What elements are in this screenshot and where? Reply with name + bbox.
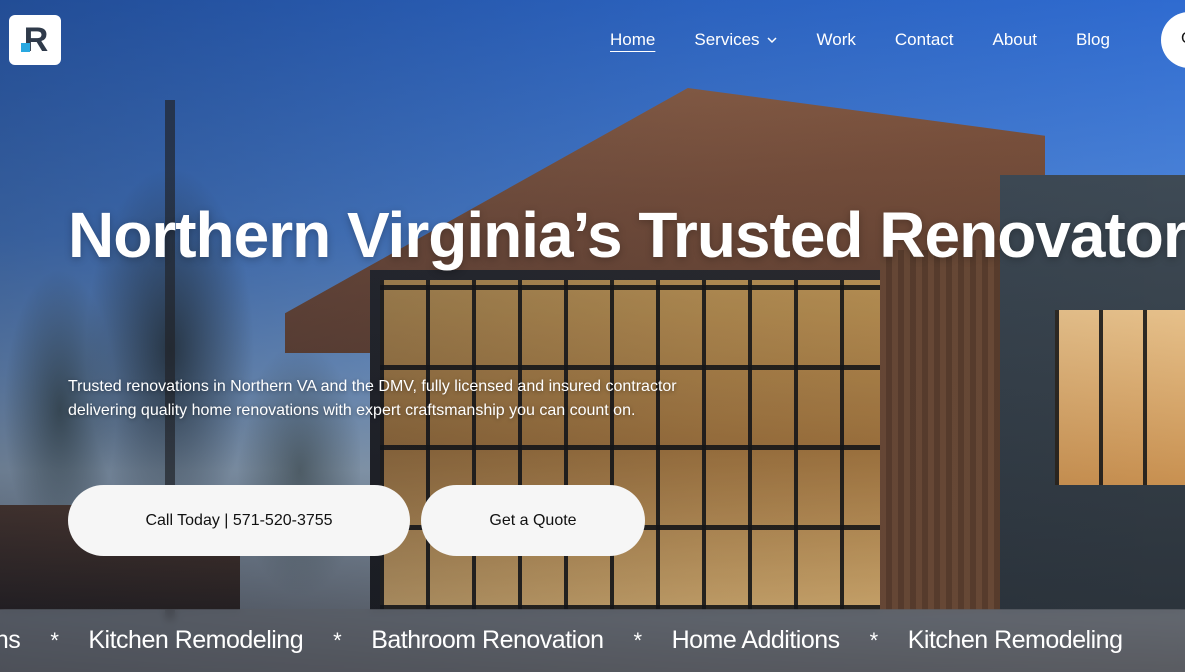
marquee-item: Kitchen Remodeling	[88, 626, 304, 654]
logo-accent-square	[21, 43, 30, 52]
marquee-item: tions	[0, 626, 21, 654]
logo-letter: R	[23, 20, 49, 59]
hero-background	[0, 0, 1185, 672]
services-marquee: tions * Kitchen Remodeling * Bathroom Re…	[0, 609, 1185, 672]
hero-subtitle-line1: Trusted renovations in Northern VA and t…	[68, 378, 677, 395]
marquee-separator: *	[333, 627, 342, 653]
hero-title: Northern Virginia’s Trusted Renovator	[68, 199, 1185, 271]
nav-work[interactable]: Work	[817, 30, 856, 50]
marquee-track: tions * Kitchen Remodeling * Bathroom Re…	[0, 609, 1123, 672]
nav-services-label: Services	[694, 30, 760, 49]
site-logo[interactable]: R	[9, 15, 61, 65]
hero-overlay	[0, 0, 1185, 672]
marquee-item: Kitchen Remodeling	[907, 626, 1123, 654]
nav-contact[interactable]: Contact	[895, 30, 954, 50]
marquee-separator: *	[633, 627, 643, 653]
nav-services[interactable]: Services	[694, 30, 777, 50]
nav-blog[interactable]: Blog	[1076, 30, 1110, 50]
hero-subtitle: Trusted renovations in Northern VA and t…	[68, 375, 768, 423]
nav-about[interactable]: About	[993, 30, 1037, 50]
hero-subtitle-line2: delivering quality home renovations with…	[68, 402, 636, 419]
get-quote-button[interactable]: Get a Quote	[421, 485, 645, 556]
main-nav: Home Services Work Contact About Blog	[610, 28, 1110, 52]
call-today-button[interactable]: Call Today | 571-520-3755	[68, 485, 410, 556]
chevron-down-icon	[767, 37, 777, 44]
marquee-separator: *	[869, 627, 879, 653]
nav-home[interactable]: Home	[610, 30, 655, 50]
marquee-separator: *	[50, 627, 59, 653]
marquee-item: Bathroom Renovation	[371, 626, 604, 654]
marquee-item: Home Additions	[671, 626, 841, 654]
